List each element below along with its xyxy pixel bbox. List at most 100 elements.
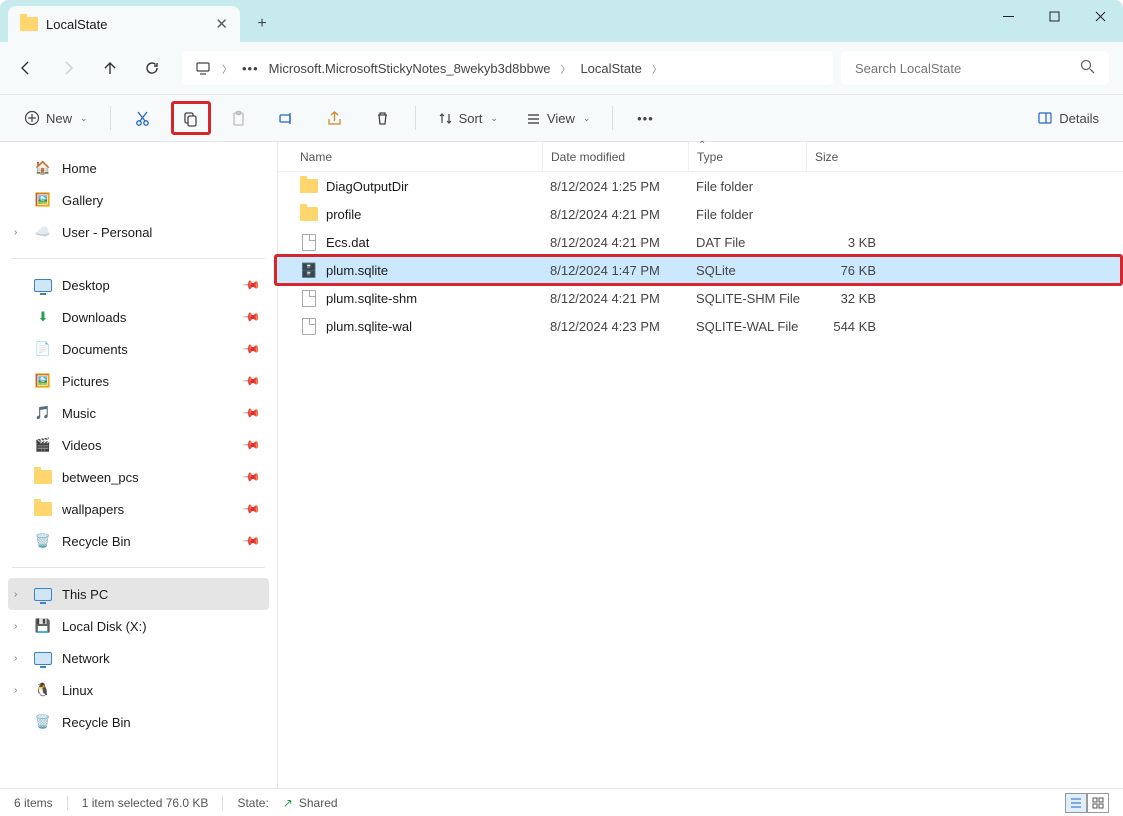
linux-icon: 🐧 xyxy=(34,681,52,699)
pin-icon: 📌 xyxy=(241,403,261,423)
recyclebin-icon: 🗑️ xyxy=(34,713,52,731)
view-icons-button[interactable] xyxy=(1087,793,1109,813)
disk-icon: 💾 xyxy=(34,617,52,635)
column-date[interactable]: Date modified xyxy=(542,142,688,171)
address-bar[interactable]: 〉 ••• Microsoft.MicrosoftStickyNotes_8we… xyxy=(182,51,833,85)
file-name: plum.sqlite-wal xyxy=(326,319,412,334)
file-type: SQLITE-SHM File xyxy=(688,291,806,306)
chevron-right-icon[interactable]: › xyxy=(14,227,17,238)
file-icon xyxy=(300,177,318,195)
chevron-right-icon[interactable]: 〉 xyxy=(222,61,232,76)
file-row[interactable]: profile8/12/2024 4:21 PMFile folder xyxy=(278,200,1123,228)
back-button[interactable] xyxy=(14,56,38,80)
desktop-icon xyxy=(34,276,52,294)
chevron-right-icon[interactable]: 〉 xyxy=(652,61,662,76)
file-row[interactable]: plum.sqlite-shm8/12/2024 4:21 PMSQLITE-S… xyxy=(278,284,1123,312)
chevron-right-icon[interactable]: › xyxy=(14,653,17,664)
column-size[interactable]: Size xyxy=(806,142,884,171)
sidebar-item-music[interactable]: 🎵Music📌 xyxy=(8,397,269,429)
divider xyxy=(12,258,265,259)
view-button[interactable]: View⌄ xyxy=(516,101,601,135)
chevron-right-icon[interactable]: › xyxy=(14,621,17,632)
chevron-right-icon[interactable]: › xyxy=(14,589,17,600)
sidebar-item-recyclebin[interactable]: 🗑️Recycle Bin📌 xyxy=(8,525,269,557)
file-type: File folder xyxy=(688,179,806,194)
copy-button[interactable] xyxy=(171,101,211,135)
pc-icon xyxy=(34,585,52,603)
up-button[interactable] xyxy=(98,56,122,80)
sidebar-item-localdisk[interactable]: ›💾Local Disk (X:) xyxy=(8,610,269,642)
sidebar-item-thispc[interactable]: ›This PC xyxy=(8,578,269,610)
file-icon xyxy=(300,205,318,223)
folder-icon xyxy=(34,468,52,486)
details-pane-button[interactable]: Details xyxy=(1027,101,1109,135)
sidebar-item-gallery[interactable]: 🖼️Gallery xyxy=(8,184,269,216)
file-row[interactable]: DiagOutputDir8/12/2024 1:25 PMFile folde… xyxy=(278,172,1123,200)
file-type: SQLite xyxy=(688,263,806,278)
chevron-down-icon: ⌄ xyxy=(490,113,498,124)
chevron-right-icon[interactable]: › xyxy=(14,685,17,696)
close-tab-icon[interactable]: ✕ xyxy=(215,15,228,33)
music-icon: 🎵 xyxy=(34,404,52,422)
forward-button[interactable] xyxy=(56,56,80,80)
pin-icon: 📌 xyxy=(241,371,261,391)
close-window-button[interactable] xyxy=(1077,0,1123,32)
main-area: 🏠Home 🖼️Gallery ›☁️User - Personal Deskt… xyxy=(0,142,1123,788)
sidebar-item-desktop[interactable]: Desktop📌 xyxy=(8,269,269,301)
sidebar-item-network[interactable]: ›Network xyxy=(8,642,269,674)
sidebar-item-documents[interactable]: 📄Documents📌 xyxy=(8,333,269,365)
chevron-right-icon[interactable]: 〉 xyxy=(560,61,570,76)
search-box[interactable] xyxy=(841,51,1109,85)
more-button[interactable]: ••• xyxy=(625,101,665,135)
file-row[interactable]: 🗄️plum.sqlite8/12/2024 1:47 PMSQLite76 K… xyxy=(278,256,1123,284)
divider xyxy=(415,106,416,130)
delete-button[interactable] xyxy=(363,101,403,135)
refresh-button[interactable] xyxy=(140,56,164,80)
file-name: profile xyxy=(326,207,361,222)
view-details-button[interactable] xyxy=(1065,793,1087,813)
address-area: 〉 ••• Microsoft.MicrosoftStickyNotes_8we… xyxy=(182,51,1109,85)
status-item-count: 6 items xyxy=(14,796,53,810)
status-state-value: Shared xyxy=(299,796,338,810)
sidebar-item-user[interactable]: ›☁️User - Personal xyxy=(8,216,269,248)
file-list: ⌃ Name Date modified Type Size DiagOutpu… xyxy=(278,142,1123,788)
sidebar-item-pictures[interactable]: 🖼️Pictures📌 xyxy=(8,365,269,397)
gallery-icon: 🖼️ xyxy=(34,191,52,209)
minimize-button[interactable] xyxy=(985,0,1031,32)
divider xyxy=(67,796,68,810)
paste-button[interactable] xyxy=(219,101,259,135)
column-name[interactable]: Name xyxy=(300,150,542,164)
cut-button[interactable] xyxy=(123,101,163,135)
new-tab-button[interactable]: + xyxy=(246,8,278,40)
new-button[interactable]: New⌄ xyxy=(14,101,98,135)
videos-icon: 🎬 xyxy=(34,436,52,454)
sidebar-item-downloads[interactable]: ⬇Downloads📌 xyxy=(8,301,269,333)
file-type: DAT File xyxy=(688,235,806,250)
sidebar-item-linux[interactable]: ›🐧Linux xyxy=(8,674,269,706)
window-tab[interactable]: LocalState ✕ xyxy=(8,6,240,42)
sidebar-item-between-pcs[interactable]: between_pcs📌 xyxy=(8,461,269,493)
sidebar-item-recyclebin2[interactable]: 🗑️Recycle Bin xyxy=(8,706,269,738)
maximize-button[interactable] xyxy=(1031,0,1077,32)
sidebar-item-videos[interactable]: 🎬Videos📌 xyxy=(8,429,269,461)
folder-icon xyxy=(20,17,38,31)
sidebar-item-wallpapers[interactable]: wallpapers📌 xyxy=(8,493,269,525)
pin-icon: 📌 xyxy=(241,435,261,455)
file-date: 8/12/2024 4:21 PM xyxy=(542,291,688,306)
breadcrumb-1[interactable]: Microsoft.MicrosoftStickyNotes_8wekyb3d8… xyxy=(269,61,551,76)
home-icon: 🏠 xyxy=(34,159,52,177)
file-row[interactable]: Ecs.dat8/12/2024 4:21 PMDAT File3 KB xyxy=(278,228,1123,256)
file-icon xyxy=(300,317,318,335)
search-input[interactable] xyxy=(855,61,1080,76)
ellipsis-icon[interactable]: ••• xyxy=(242,61,259,76)
breadcrumb-2[interactable]: LocalState xyxy=(580,61,641,76)
sidebar-item-home[interactable]: 🏠Home xyxy=(8,152,269,184)
file-size: 544 KB xyxy=(806,319,884,334)
pin-icon: 📌 xyxy=(241,307,261,327)
window-controls xyxy=(985,0,1123,32)
file-row[interactable]: plum.sqlite-wal8/12/2024 4:23 PMSQLITE-W… xyxy=(278,312,1123,340)
share-button[interactable] xyxy=(315,101,355,135)
file-name: DiagOutputDir xyxy=(326,179,408,194)
sort-button[interactable]: Sort⌄ xyxy=(428,101,508,135)
rename-button[interactable] xyxy=(267,101,307,135)
